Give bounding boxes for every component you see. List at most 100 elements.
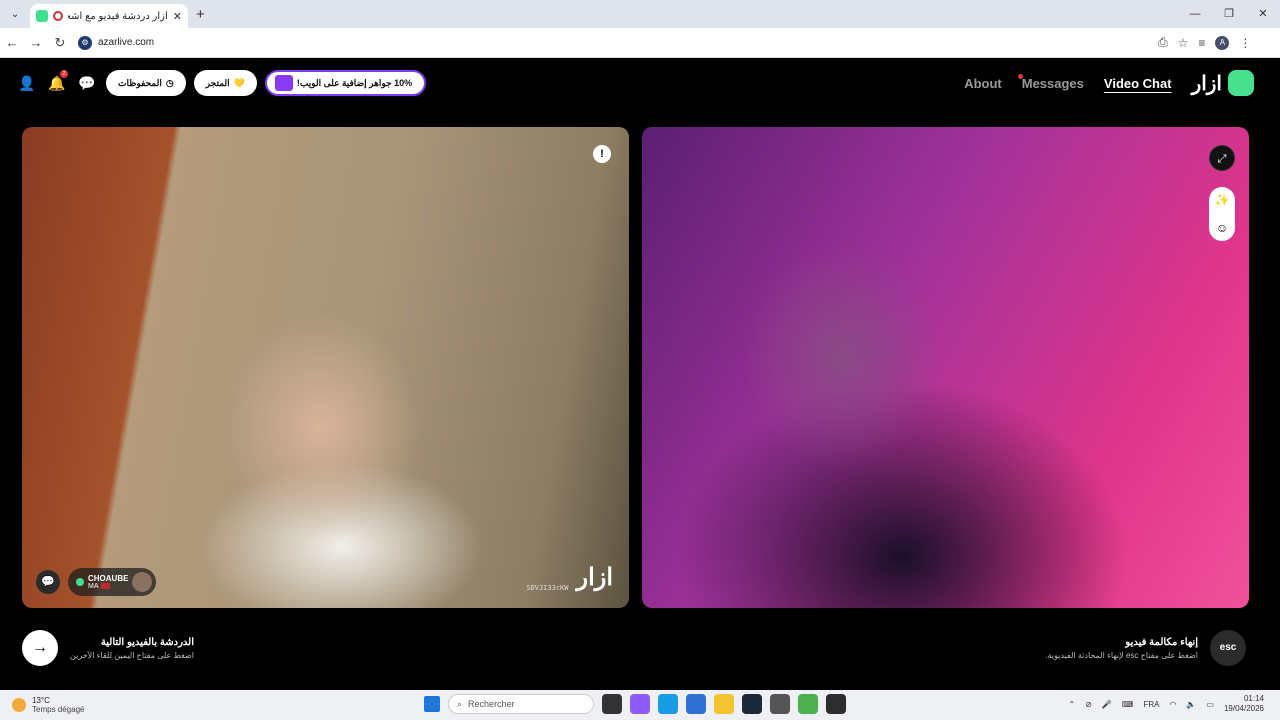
unread-dot (1017, 73, 1023, 79)
url-field[interactable]: ⚙ azarlive.com (78, 32, 1138, 54)
next-title: الدردشة بالفيديو التالية (100, 636, 195, 648)
promo-banner[interactable]: 10% جواهر إضافية على الويب! (264, 70, 427, 96)
minimize-button[interactable]: — (1178, 0, 1212, 28)
language-indicator[interactable]: FRA (1143, 700, 1159, 709)
video-watermark: SDVJI33cKW ازار (526, 563, 613, 592)
windows-start-icon[interactable] (424, 696, 440, 712)
back-icon[interactable]: ← (0, 35, 24, 50)
profile-avatar[interactable]: A (1215, 35, 1230, 50)
keyboard-icon[interactable]: ⌨ (1122, 700, 1134, 709)
browser-tab-bar: ⌄ أزار دردشة فيديو مع أشخاص ✕ + — ❐ ✕ (0, 0, 1280, 28)
search-icon: ⌕ (457, 698, 463, 709)
face-filter-icon[interactable]: ☺ (1216, 221, 1228, 235)
reload-icon[interactable]: ↻ (48, 35, 72, 51)
bell-icon[interactable]: 🔔 2 (46, 70, 68, 94)
online-status-icon (76, 578, 84, 586)
end-call-hint: إنهاء مكالمة فيديو اضغط على مفتاح esc لإ… (1045, 630, 1246, 666)
close-window-button[interactable]: ✕ (1246, 0, 1280, 28)
recorder-icon[interactable] (770, 694, 790, 714)
saved-button[interactable]: ◷ المحفوظات (106, 70, 186, 96)
maximize-button[interactable]: ❐ (1212, 0, 1246, 28)
edge-icon[interactable] (658, 694, 678, 714)
date: 19/04/2026 (1223, 704, 1264, 713)
azar-app: 👤 🔔 2 💬 ◷ المحفوظات 💛 المتجر 10% جواهر إض… (0, 58, 1280, 690)
partner-avatar (132, 572, 153, 592)
next-subtitle: اضغط على مفتاح اليمين للقاء الآخرين (70, 650, 195, 660)
partner-country: MA (88, 582, 99, 590)
media-control-icon[interactable]: ≡ (1198, 36, 1205, 50)
partner-info-chip[interactable]: CHOAUBE MA (68, 568, 157, 596)
magic-wand-icon[interactable]: ✨ (1215, 193, 1230, 207)
chrome-icon[interactable] (798, 694, 818, 714)
time: 01:14 (1243, 694, 1264, 703)
weather-description: Temps dégagé (32, 705, 85, 714)
heart-icon: 💛 (233, 77, 245, 88)
user-profile-icon[interactable]: 👤 (16, 72, 38, 94)
nav-messages[interactable]: Messages (1017, 73, 1084, 91)
sun-icon (12, 698, 26, 712)
shop-label: المتجر (205, 77, 230, 88)
browser-tab[interactable]: أزار دردشة فيديو مع أشخاص ✕ (30, 4, 188, 28)
steam-icon[interactable] (742, 694, 762, 714)
temperature: 13°C (32, 696, 50, 705)
system-tray: ⌃ ⊘ 🎤 ⌨ FRA ◠ 🔈 ▭ 01:14 19/04/2026 (1069, 694, 1264, 714)
weather-widget[interactable]: 13°C Temps dégagé (12, 696, 84, 714)
window-controls: — ❐ ✕ (1178, 0, 1280, 28)
chat-icon[interactable]: 💬 (36, 570, 60, 594)
self-video: ⤢ ✨ ☺ (642, 127, 1249, 608)
file-explorer-icon[interactable] (714, 694, 734, 714)
logo-icon (1228, 70, 1254, 96)
new-tab-button[interactable]: + (196, 6, 205, 23)
main-nav: About Messages Video Chat ازار (964, 70, 1254, 96)
address-bar: ← → ↻ ⚙ azarlive.com ⎙ ☆ ≡ A ⋮ (0, 28, 1280, 58)
end-subtitle: اضغط على مفتاح esc لإنهاء المحادثة الفيد… (1045, 650, 1198, 660)
flag-icon (100, 582, 110, 589)
report-icon[interactable]: ! (593, 145, 611, 163)
partner-video: ! 💬 CHOAUBE MA SDVJI33cKW ازار (22, 127, 629, 608)
clock-icon: ◷ (165, 77, 174, 88)
notification-count: 2 (60, 70, 68, 78)
network-off-icon[interactable]: ⊘ (1085, 700, 1092, 709)
gift-icon (274, 75, 293, 91)
tab-search-icon[interactable]: ⌄ (6, 5, 24, 23)
clock[interactable]: 01:14 19/04/2026 (1224, 694, 1264, 714)
forward-icon[interactable]: → (24, 35, 48, 50)
tab-close-icon[interactable]: ✕ (173, 10, 182, 23)
azar-logo[interactable]: ازار (1192, 70, 1254, 96)
battery-icon[interactable]: ▭ (1206, 700, 1214, 709)
browser-menu-icon[interactable]: ⋮ (1239, 36, 1251, 50)
wifi-icon[interactable]: ◠ (1169, 700, 1176, 709)
nvidia-icon[interactable] (826, 694, 846, 714)
esc-button[interactable]: esc (1210, 630, 1246, 666)
next-chat-hint: → الدردشة بالفيديو التالية اضغط على مفتا… (22, 630, 194, 666)
store-icon[interactable] (686, 694, 706, 714)
watermark-logo: ازار (576, 564, 613, 591)
search-placeholder: Rechercher (468, 699, 515, 709)
windows-taskbar: 13°C Temps dégagé ⌕ Rechercher ⌃ ⊘ 🎤 ⌨ F… (0, 690, 1280, 720)
site-info-icon[interactable]: ⚙ (78, 35, 92, 50)
nav-about[interactable]: About (964, 76, 1002, 91)
recording-icon (53, 11, 63, 21)
header-left-tools: 👤 🔔 2 💬 ◷ المحفوظات 💛 المتجر 10% جواهر إض… (16, 70, 427, 96)
video-effects-toolbar: ✨ ☺ (1209, 187, 1235, 241)
task-view-icon[interactable] (602, 694, 622, 714)
watermark-code: SDVJI33cKW (526, 584, 569, 592)
expand-icon[interactable]: ⤢ (1209, 145, 1235, 171)
taskbar-search[interactable]: ⌕ Rechercher (448, 694, 594, 714)
copilot-icon[interactable] (630, 694, 650, 714)
site-favicon-icon (36, 10, 48, 22)
install-app-icon[interactable]: ⎙ (1158, 35, 1168, 50)
saved-label: المحفوظات (118, 77, 162, 88)
next-arrow-icon[interactable]: → (22, 630, 58, 666)
chat-bubble-icon[interactable]: 💬 (76, 72, 98, 94)
microphone-icon[interactable]: 🎤 (1102, 700, 1112, 709)
taskbar-apps: ⌕ Rechercher (424, 694, 846, 714)
end-title: إنهاء مكالمة فيديو (1125, 636, 1198, 648)
nav-video-chat[interactable]: Video Chat (1104, 76, 1172, 91)
url-text: azarlive.com (98, 37, 155, 48)
chevron-up-icon[interactable]: ⌃ (1069, 700, 1076, 709)
volume-icon[interactable]: 🔈 (1186, 700, 1196, 709)
shop-button[interactable]: 💛 المتجر (193, 70, 257, 96)
bookmark-star-icon[interactable]: ☆ (1178, 36, 1189, 50)
partner-name: CHOAUBE (88, 573, 129, 583)
